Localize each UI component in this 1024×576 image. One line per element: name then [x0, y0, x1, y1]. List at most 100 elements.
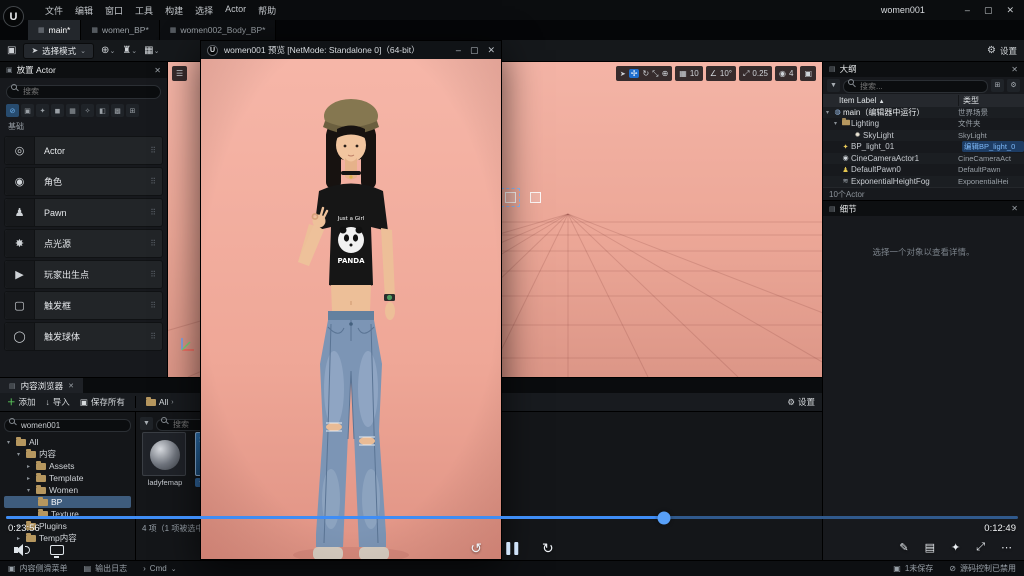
outliner-row-skylight[interactable]: ✹ SkyLight SkyLight — [823, 130, 1024, 141]
category-geometry-icon[interactable]: ◧ — [96, 104, 109, 117]
filter-icon[interactable]: ▼ — [827, 79, 840, 92]
drag-grip-icon[interactable]: ⠿ — [150, 146, 162, 155]
menu-edit[interactable]: 编辑 — [69, 4, 99, 17]
menu-tools[interactable]: 工具 — [129, 4, 159, 17]
category-recent-icon[interactable]: ⊘ — [6, 104, 19, 117]
category-effects-icon[interactable]: ✧ — [81, 104, 94, 117]
menu-actor[interactable]: Actor — [219, 4, 252, 17]
unsaved-indicator[interactable]: ▣1未保存 — [893, 563, 933, 574]
outliner-row-defaultpawn[interactable]: ♟ DefaultPawn0 DefaultPawn — [823, 164, 1024, 175]
tree-item-all[interactable]: ▾All — [4, 436, 131, 448]
category-shapes-icon[interactable]: ◼ — [51, 104, 64, 117]
add-button[interactable]: ＋添加 — [7, 396, 36, 408]
pause-button[interactable] — [506, 542, 518, 555]
more-icon[interactable]: ⋯ — [1001, 541, 1012, 554]
category-basic-icon[interactable]: ▣ — [21, 104, 34, 117]
minimize-button[interactable]: – — [965, 5, 970, 15]
maximize-button[interactable]: ▢ — [984, 5, 993, 16]
minimize-button[interactable]: – — [456, 45, 461, 56]
tree-search-input[interactable] — [4, 419, 131, 432]
world-space-icon[interactable]: ⊕ — [662, 69, 669, 78]
close-icon[interactable]: ✕ — [1011, 65, 1018, 74]
tree-item-plugins[interactable]: ▸Plugins — [4, 520, 131, 532]
drag-grip-icon[interactable]: ⠿ — [150, 270, 162, 279]
preview-window[interactable]: U women001 预览 [NetMode: Standalone 0]（64… — [200, 40, 502, 560]
asset-tile-material[interactable]: ladyfemap — [142, 432, 188, 487]
place-item-trigger-sphere[interactable]: ◯ 触发球体 ⠿ — [4, 322, 163, 351]
tree-item-women[interactable]: ▾Women — [4, 484, 131, 496]
blueprints-icon[interactable]: ♜⌄ — [122, 45, 137, 56]
tree-item-content[interactable]: ▾内容 — [4, 448, 131, 460]
annotate-icon[interactable]: ✎ — [899, 541, 908, 554]
grid-snap-control[interactable]: ▦10 — [675, 66, 702, 81]
close-icon[interactable]: ✕ — [68, 382, 74, 390]
edit-blueprint-link[interactable]: 编辑BP_light_0 — [962, 141, 1024, 152]
tree-item-assets[interactable]: ▸Assets — [4, 460, 131, 472]
save-icon[interactable]: ▣ — [7, 45, 16, 56]
menu-select[interactable]: 选择 — [189, 4, 219, 17]
column-item-label[interactable]: Item Label ▲ — [823, 96, 958, 105]
volume-icon[interactable] — [14, 544, 32, 556]
move-tool-icon[interactable]: ✢ — [629, 69, 640, 78]
close-button[interactable]: ✕ — [487, 45, 495, 56]
preview-viewport[interactable]: Just a Girl PANDA — [201, 59, 501, 559]
outliner-row-lighting[interactable]: ▾ Lighting 文件夹 — [823, 118, 1024, 129]
tab-women002-body-bp[interactable]: ▦women002_Body_BP* — [160, 20, 277, 40]
save-all-button[interactable]: ▣保存所有 — [80, 396, 125, 408]
columns-icon[interactable]: ⊞ — [991, 79, 1004, 92]
outliner-row-world[interactable]: ▾◍ main（编辑器中运行） 世界场景 — [823, 107, 1024, 118]
select-mode-dropdown[interactable]: ➤ 选择模式 ⌄ — [23, 43, 94, 59]
place-item-trigger-box[interactable]: ▢ 触发框 ⠿ — [4, 291, 163, 320]
menu-window[interactable]: 窗口 — [99, 4, 129, 17]
actor-billboard-2[interactable] — [530, 192, 541, 203]
category-lights-icon[interactable]: ✦ — [36, 104, 49, 117]
content-drawer-button[interactable]: ▣内容侧滑菜单 — [8, 563, 68, 574]
tree-item-template[interactable]: ▸Template — [4, 472, 131, 484]
preview-title-bar[interactable]: U women001 预览 [NetMode: Standalone 0]（64… — [201, 41, 501, 59]
content-browser-tab[interactable]: ▤ 内容浏览器 ✕ — [0, 378, 83, 393]
effects-icon[interactable]: ✦ — [951, 541, 960, 554]
close-icon[interactable]: ✕ — [154, 66, 161, 75]
scale-snap-control[interactable]: ⤢0.25 — [739, 66, 772, 81]
outliner-settings-icon[interactable]: ⚙ — [1007, 79, 1020, 92]
close-button[interactable]: ✕ — [1006, 5, 1014, 16]
maximize-button[interactable]: ▢ — [470, 45, 479, 56]
drag-grip-icon[interactable]: ⠿ — [150, 208, 162, 217]
rotation-snap-control[interactable]: ∠10° — [706, 66, 736, 81]
forward-icon[interactable]: ↻ — [542, 540, 554, 557]
outliner-row-bp-light[interactable]: ✦ BP_light_01 编辑BP_light_0 — [823, 141, 1024, 152]
place-item-character[interactable]: ◉ 角色 ⠿ — [4, 167, 163, 196]
outliner-search-input[interactable] — [843, 80, 988, 93]
actor-billboard-1[interactable] — [505, 192, 516, 203]
maximize-viewport-icon[interactable]: ▣ — [800, 66, 816, 81]
progress-handle[interactable] — [657, 511, 670, 524]
column-type[interactable]: 类型 — [958, 95, 1024, 106]
outliner-row-heightfog[interactable]: ≋ ExponentialHeightFog ExponentialHei — [823, 176, 1024, 187]
place-item-point-light[interactable]: ✸ 点光源 ⠿ — [4, 229, 163, 258]
unreal-logo-icon[interactable]: U — [3, 6, 24, 27]
menu-help[interactable]: 帮助 — [252, 4, 282, 17]
fullscreen-icon[interactable]: ⤢ — [976, 541, 985, 554]
place-item-player-start[interactable]: ▶ 玩家出生点 ⠿ — [4, 260, 163, 289]
category-volumes-icon[interactable]: ▩ — [111, 104, 124, 117]
content-browser-settings-button[interactable]: ⚙设置 — [787, 396, 815, 408]
filter-icon[interactable]: ▼ — [140, 417, 153, 430]
drag-grip-icon[interactable]: ⠿ — [150, 332, 162, 341]
drag-grip-icon[interactable]: ⠿ — [150, 177, 162, 186]
viewport-menu-icon[interactable]: ☰ — [172, 66, 187, 81]
add-actor-icon[interactable]: ⊕⌄ — [101, 45, 115, 56]
output-log-button[interactable]: ▤输出日志 — [84, 563, 128, 574]
place-actor-search-input[interactable] — [6, 85, 161, 99]
cmd-console[interactable]: ›Cmd⌄ — [143, 564, 176, 573]
display-icon[interactable] — [50, 545, 64, 555]
panel-icon[interactable]: ▤ — [925, 541, 935, 554]
drag-grip-icon[interactable]: ⠿ — [150, 239, 162, 248]
category-cinematic-icon[interactable]: ▦ — [66, 104, 79, 117]
details-tab[interactable]: ▤ 细节 ✕ — [823, 201, 1024, 216]
category-all-icon[interactable]: ⊞ — [126, 104, 139, 117]
rotate-tool-icon[interactable]: ↻ — [642, 69, 649, 78]
tab-women-bp[interactable]: ▦women_BP* — [81, 20, 159, 40]
menu-build[interactable]: 构建 — [159, 4, 189, 17]
tree-item-bp[interactable]: BP — [4, 496, 131, 508]
place-item-pawn[interactable]: ♟ Pawn ⠿ — [4, 198, 163, 227]
